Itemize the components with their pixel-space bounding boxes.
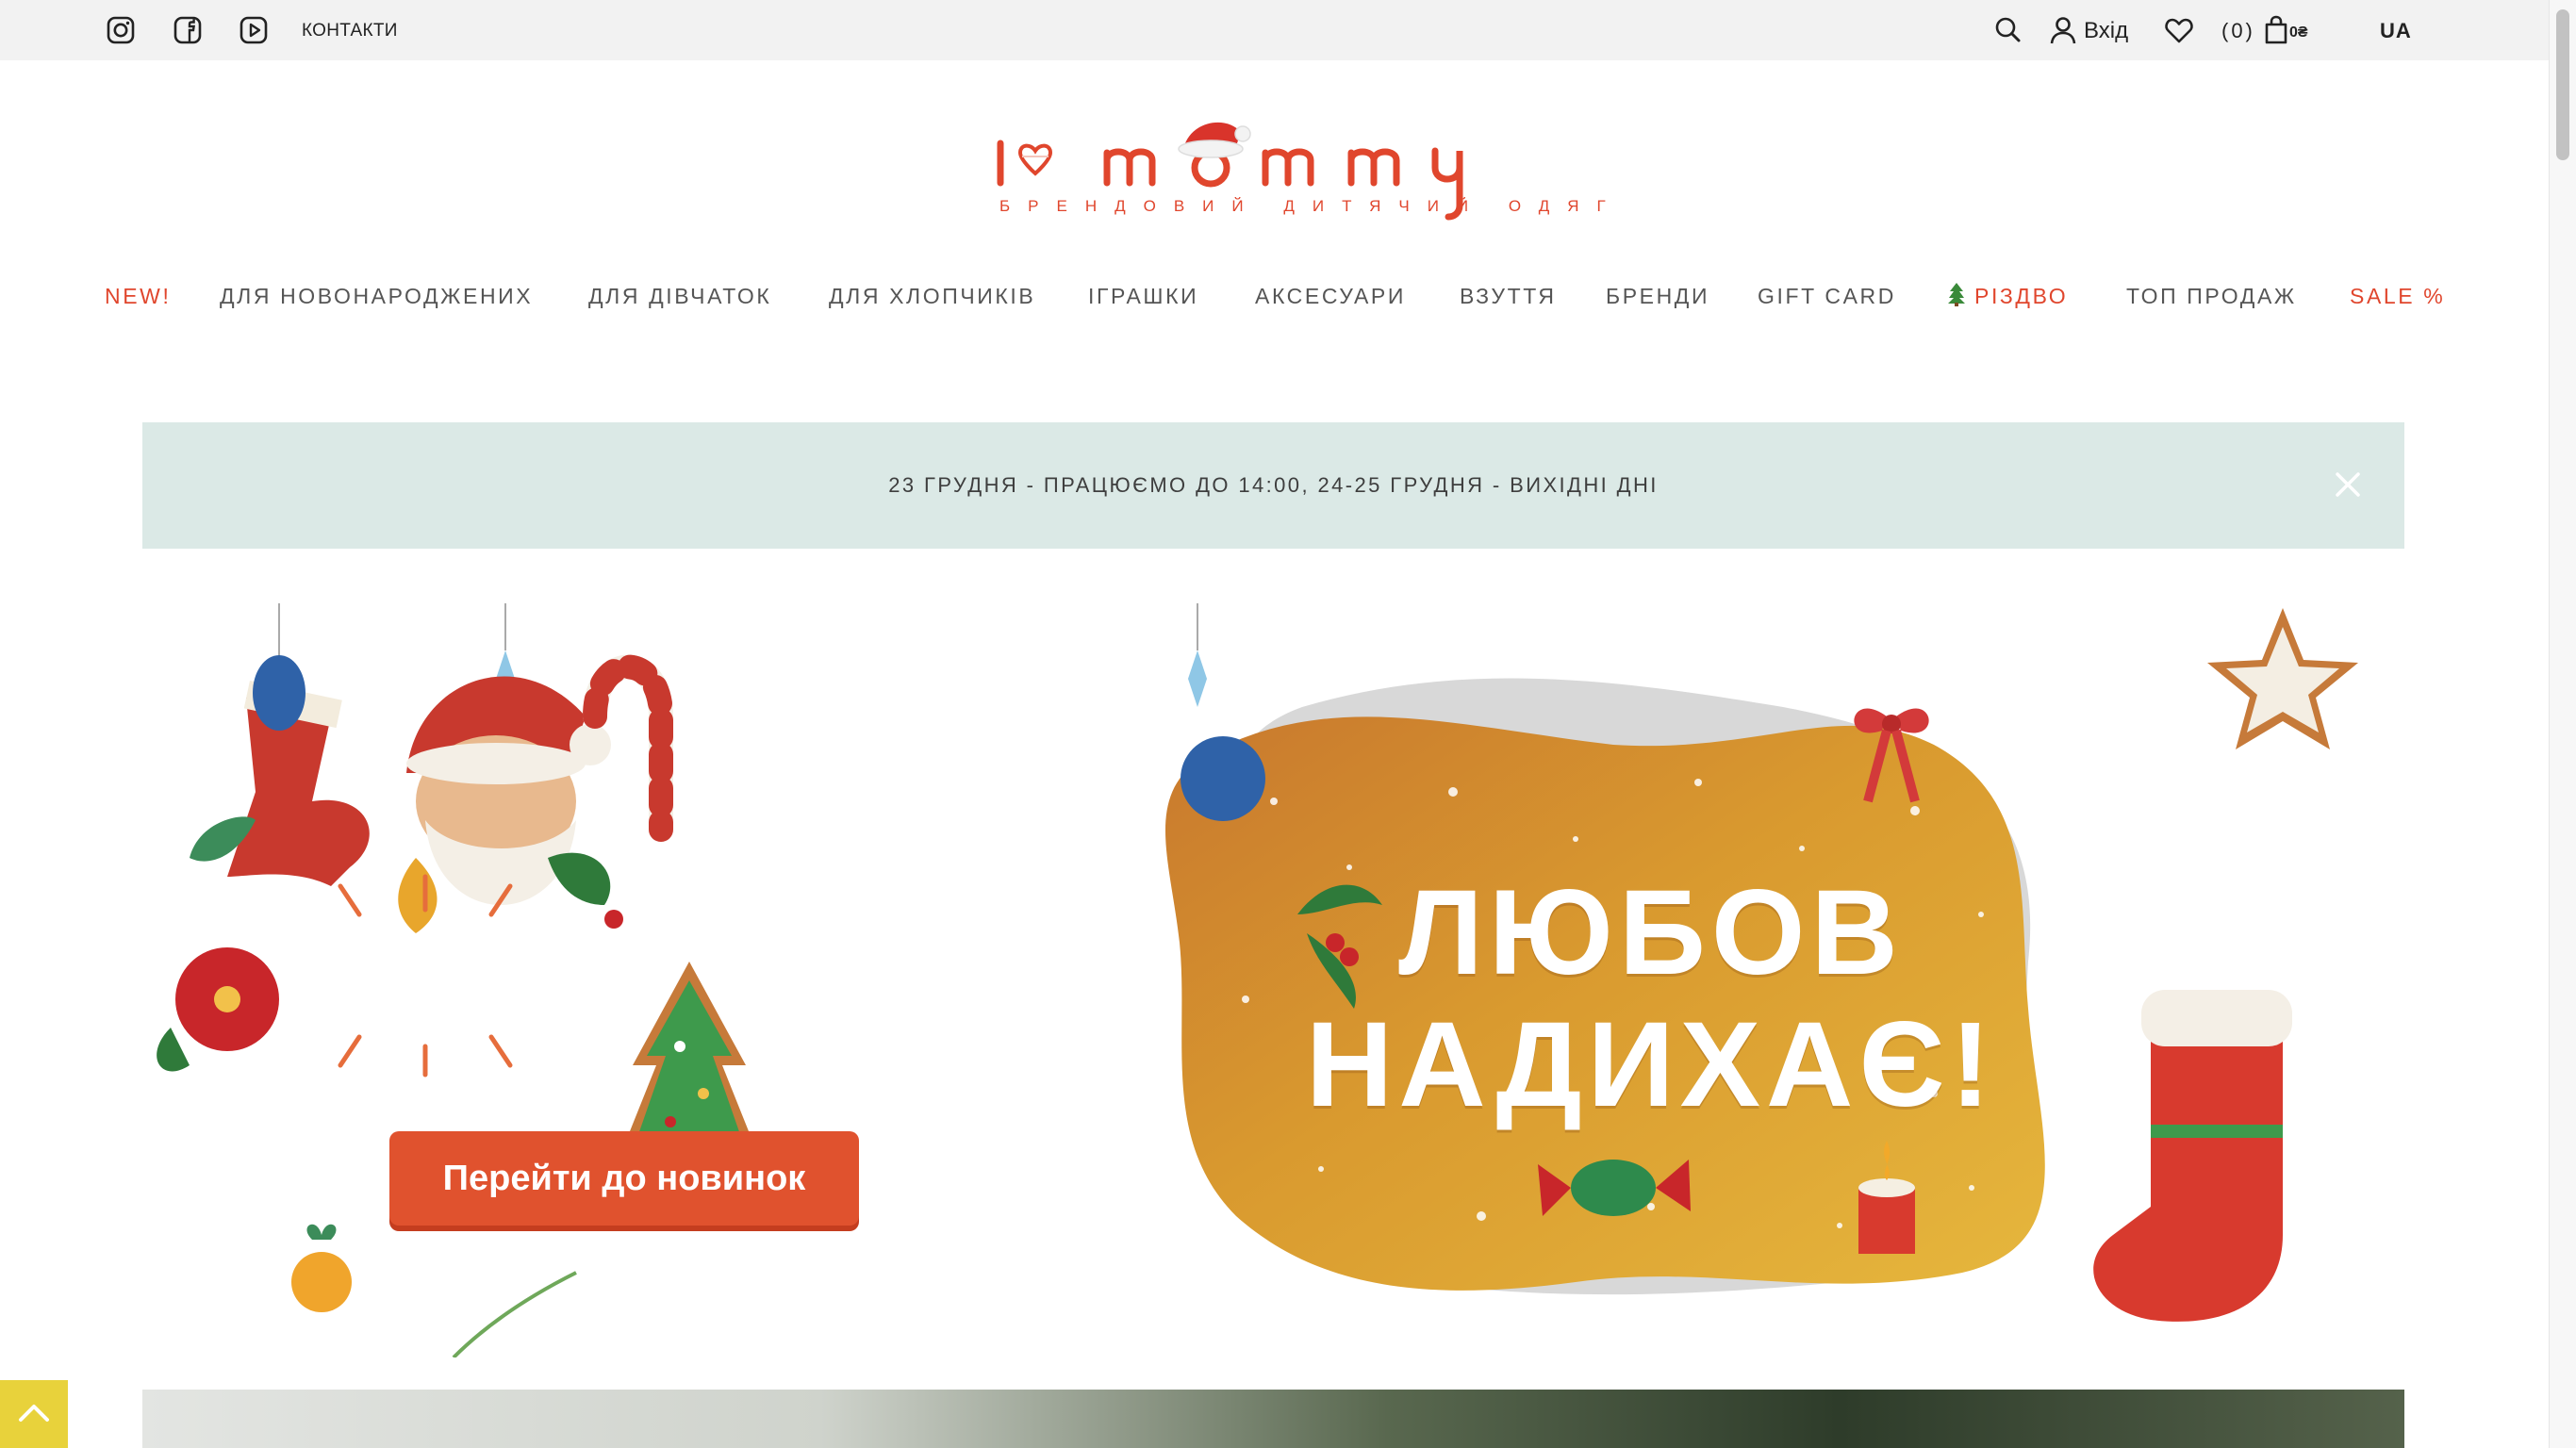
next-banner-preview[interactable] bbox=[142, 1390, 2404, 1448]
hero-headline-line-1: ЛЮБОВ bbox=[1398, 865, 1904, 1000]
nav-item-top-sales[interactable]: ТОП ПРОДАЖ bbox=[2126, 279, 2297, 313]
nav-item-sale[interactable]: SALE % bbox=[2350, 279, 2445, 313]
facebook-icon[interactable] bbox=[171, 13, 205, 47]
hero-headline-line-2: НАДИХАЄ! bbox=[1305, 997, 1997, 1132]
language-switcher[interactable]: UA bbox=[2380, 0, 2412, 60]
scrollbar-thumb[interactable] bbox=[2556, 9, 2569, 160]
instagram-icon[interactable] bbox=[104, 13, 138, 47]
nav-item-boys[interactable]: ДЛЯ ХЛОПЧИКІВ bbox=[829, 279, 1035, 313]
wishlist-heart-icon[interactable] bbox=[2162, 13, 2196, 47]
scroll-to-top-button[interactable] bbox=[0, 1380, 68, 1448]
nav-item-christmas-label: РІЗДВО bbox=[1974, 284, 2069, 308]
contacts-link[interactable]: КОНТАКТИ bbox=[302, 0, 398, 60]
nav-item-shoes[interactable]: ВЗУТТЯ bbox=[1460, 279, 1557, 313]
go-to-new-arrivals-button[interactable]: Перейти до новинок bbox=[389, 1131, 859, 1226]
christmas-tree-icon bbox=[1948, 283, 1965, 306]
hero-banner[interactable]: ЛЮБОВ НАДИХАЄ! Перейти до новинок bbox=[142, 603, 2404, 1358]
nav-item-christmas[interactable]: РІЗДВО bbox=[1946, 279, 2068, 313]
top-utility-bar: КОНТАКТИ Вхід (0) 0₴ UA bbox=[0, 0, 2550, 60]
nav-item-brands[interactable]: БРЕНДИ bbox=[1606, 279, 1709, 313]
login-link[interactable]: Вхід bbox=[2084, 0, 2128, 60]
close-icon[interactable] bbox=[2331, 468, 2365, 502]
page-scrollbar[interactable] bbox=[2549, 0, 2576, 1448]
logo-tagline: БРЕНДОВИЙ ДИТЯЧИЙ ОДЯГ bbox=[999, 197, 1624, 215]
search-icon[interactable] bbox=[1991, 13, 2025, 47]
youtube-icon[interactable] bbox=[237, 13, 271, 47]
nav-item-toys[interactable]: ІГРАШКИ bbox=[1088, 279, 1198, 313]
chevron-up-icon bbox=[19, 1405, 49, 1422]
cta-label: Перейти до новинок bbox=[442, 1159, 806, 1198]
nav-item-newborns[interactable]: ДЛЯ НОВОНАРОДЖЕНИХ bbox=[220, 279, 533, 313]
nav-item-gift-card[interactable]: GIFT CARD bbox=[1758, 279, 1896, 313]
user-icon[interactable] bbox=[2046, 13, 2080, 47]
hero-headline: ЛЮБОВ НАДИХАЄ! bbox=[1236, 867, 2066, 1131]
shopping-bag-icon[interactable] bbox=[2259, 13, 2293, 47]
nav-item-girls[interactable]: ДЛЯ ДІВЧАТОК bbox=[588, 279, 771, 313]
holiday-notice-banner: 23 ГРУДНЯ - ПРАЦЮЄМО ДО 14:00, 24-25 ГРУ… bbox=[142, 422, 2404, 549]
cart-subtotal: 0₴ bbox=[2289, 25, 2308, 41]
main-navigation: NEW! ДЛЯ НОВОНАРОДЖЕНИХ ДЛЯ ДІВЧАТОК ДЛЯ… bbox=[0, 279, 2550, 313]
nav-item-new[interactable]: NEW! bbox=[105, 279, 171, 313]
notice-text: 23 ГРУДНЯ - ПРАЦЮЄМО ДО 14:00, 24-25 ГРУ… bbox=[888, 473, 1659, 497]
cart-count[interactable]: (0) bbox=[2221, 0, 2255, 60]
nav-item-accessories[interactable]: АКСЕСУАРИ bbox=[1255, 279, 1406, 313]
